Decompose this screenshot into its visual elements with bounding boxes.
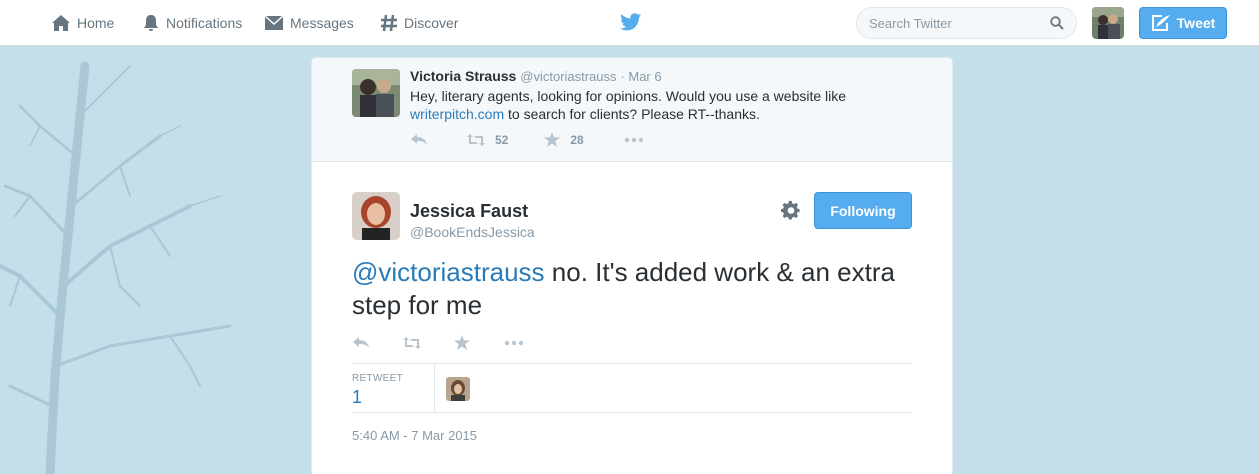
ancestor-tweet[interactable]: Victoria Strauss @victoriastrauss · Mar …	[312, 58, 952, 162]
ancestor-more-button[interactable]	[624, 137, 644, 143]
hashtag-icon	[381, 14, 397, 32]
star-icon	[544, 132, 561, 147]
nav-discover-label: Discover	[404, 15, 459, 31]
permalink-tweet: Jessica Faust @BookEndsJessica Following…	[312, 162, 952, 474]
star-icon	[454, 335, 470, 350]
retweet-stat-label: RETWEET	[352, 373, 403, 384]
bell-icon	[144, 15, 158, 31]
twitter-bird-logo-icon[interactable]	[620, 12, 642, 32]
reply-icon	[411, 133, 427, 145]
tweet-text: @victoriastrauss no. It's added work & a…	[352, 256, 912, 322]
more-dots-icon	[624, 137, 643, 142]
stats-divider-bottom	[352, 412, 912, 413]
nav-messages[interactable]: Messages	[264, 0, 354, 46]
ancestor-name[interactable]: Victoria Strauss	[410, 68, 516, 84]
ancestor-avatar[interactable]	[352, 69, 400, 117]
favorite-button[interactable]	[454, 335, 470, 350]
tweet-mention-link[interactable]: @victoriastrauss	[352, 257, 545, 287]
compose-tweet-button[interactable]: Tweet	[1139, 7, 1227, 39]
retweet-stat-count[interactable]: 1	[352, 387, 362, 408]
nav-notifications[interactable]: Notifications	[142, 0, 242, 46]
ancestor-text-part1: Hey, literary agents, looking for opinio…	[410, 88, 847, 104]
ancestor-date[interactable]: · Mar 6	[620, 69, 661, 84]
retweet-icon	[403, 336, 421, 349]
tweet-stats: RETWEET 1	[352, 364, 912, 412]
search-box[interactable]	[856, 7, 1077, 39]
ancestor-link[interactable]: writerpitch.com	[410, 106, 504, 122]
envelope-icon	[264, 15, 284, 30]
search-input[interactable]	[869, 15, 1050, 31]
retweet-icon	[467, 133, 485, 146]
ancestor-actions: 52 28	[410, 132, 644, 147]
more-dots-icon	[504, 340, 524, 345]
gear-icon[interactable]	[781, 200, 801, 220]
user-avatar[interactable]	[1092, 7, 1124, 39]
following-button[interactable]: Following	[814, 192, 912, 229]
retweeter-avatar[interactable]	[446, 377, 470, 401]
home-icon	[52, 15, 70, 31]
ancestor-reply-button[interactable]	[410, 133, 428, 147]
compose-feather-icon	[1151, 15, 1170, 31]
reply-icon	[353, 336, 369, 348]
ancestor-retweet-count: 52	[495, 132, 509, 147]
nav-discover[interactable]: Discover	[380, 0, 458, 46]
ancestor-favorite-button[interactable]: 28	[544, 132, 584, 147]
compose-tweet-label: Tweet	[1176, 15, 1216, 31]
author-name[interactable]: Jessica Faust	[410, 201, 528, 222]
tweet-permalink-card: Victoria Strauss @victoriastrauss · Mar …	[311, 57, 953, 474]
more-button[interactable]	[504, 340, 524, 346]
nav-messages-label: Messages	[290, 15, 354, 31]
tweet-timestamp[interactable]: 5:40 AM - 7 Mar 2015	[352, 428, 477, 443]
search-icon[interactable]	[1050, 16, 1064, 30]
ancestor-header: Victoria Strauss @victoriastrauss · Mar …	[410, 68, 662, 84]
top-navigation-bar: Home Notifications Messages Discover Sea…	[0, 0, 1259, 46]
reply-button[interactable]	[352, 336, 370, 350]
ancestor-retweet-button[interactable]: 52	[466, 133, 508, 147]
retweet-button[interactable]	[402, 336, 422, 350]
stats-separator	[434, 364, 435, 412]
background-tree-image	[0, 61, 232, 474]
author-handle[interactable]: @BookEndsJessica	[410, 224, 535, 240]
ancestor-favorite-count: 28	[570, 132, 584, 147]
tweet-actions	[352, 335, 524, 350]
nav-home-label: Home	[77, 15, 115, 31]
author-avatar[interactable]	[352, 192, 400, 240]
ancestor-text-part2: to search for clients? Please RT--thanks…	[504, 106, 760, 122]
ancestor-tweet-text: Hey, literary agents, looking for opinio…	[410, 87, 890, 123]
nav-home[interactable]: Home	[51, 0, 114, 46]
ancestor-handle[interactable]: @victoriastrauss	[520, 69, 616, 84]
nav-notifications-label: Notifications	[166, 15, 243, 31]
